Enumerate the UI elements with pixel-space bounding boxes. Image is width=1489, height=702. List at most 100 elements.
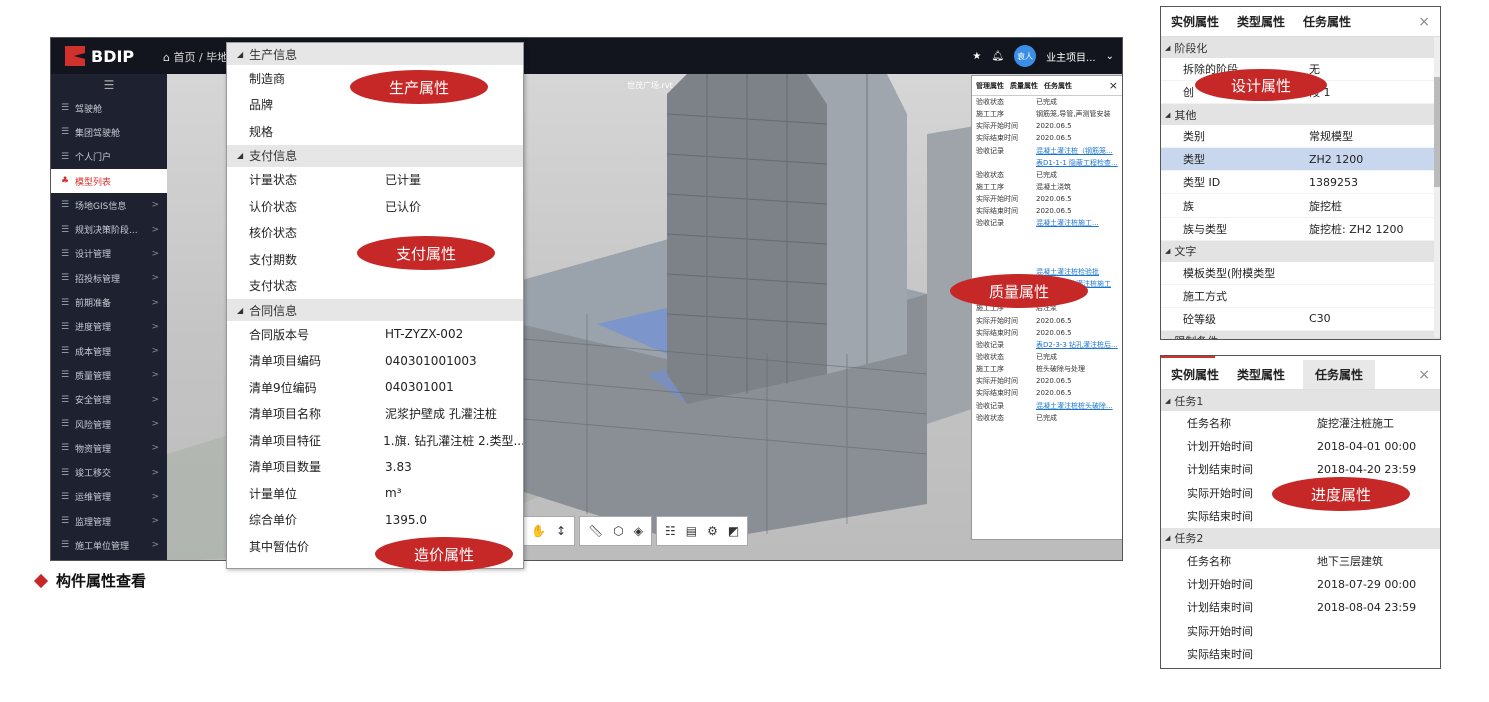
chevron-down-icon[interactable]: ⌄ — [1106, 51, 1114, 62]
sidebar-item[interactable]: ☰ 进度管理 > — [51, 315, 167, 339]
project-selector[interactable]: 业主项目... — [1046, 49, 1096, 64]
sidebar-item[interactable]: ☰ 运维管理 > — [51, 485, 167, 509]
sidebar-item[interactable]: ☰ 成本管理 > — [51, 339, 167, 363]
section-header[interactable]: ◢ 文字 — [1161, 240, 1440, 262]
property-row[interactable]: 实际结束时间 — [1161, 643, 1440, 666]
sidebar-item[interactable]: ☰ 质量管理 > — [51, 363, 167, 387]
sidebar-item[interactable]: ♣ 模型列表 — [51, 168, 167, 194]
tree-icon[interactable]: ☷ — [665, 524, 676, 538]
record-link[interactable]: 混凝土灌注桩（钢筋笼... — [1036, 146, 1113, 156]
sidebar-item[interactable]: ☰ 物资管理 > — [51, 436, 167, 460]
property-row[interactable]: 施工方式 — [1161, 285, 1440, 308]
collapse-triangle-icon[interactable]: ◢ — [1165, 111, 1170, 119]
tab-quality[interactable]: 质量属性 — [1010, 81, 1038, 91]
tab-type[interactable]: 类型属性 — [1237, 366, 1285, 383]
breadcrumb[interactable]: ⌂ 首页 / 毕地 — [163, 49, 228, 65]
logo[interactable]: BDIP — [65, 46, 134, 66]
star-icon[interactable]: ★ — [972, 51, 981, 62]
viewer-toolbar: ✋ ↕ 📏︎ ⬡ ◈ ☷ ▤ ⚙ ◩ — [522, 516, 749, 546]
sidebar-item[interactable]: ☰ 施工单位管理 > — [51, 533, 167, 557]
property-row[interactable]: 计划开始时间 2018-07-29 00:00 — [1161, 572, 1440, 595]
collapse-triangle-icon[interactable]: ◢ — [1165, 534, 1170, 542]
sidebar-item[interactable]: ☰ 集团驾驶舱 — [51, 120, 167, 144]
section-header[interactable]: ◢ 限制条件 — [1161, 330, 1440, 339]
property-value: 3.83 — [385, 459, 412, 474]
collapse-triangle-icon[interactable]: ◢ — [1165, 397, 1170, 405]
sidebar-item[interactable]: ☰ 招投标管理 > — [51, 266, 167, 290]
section-header[interactable]: ◢ 支付信息 — [227, 144, 523, 167]
tab-instance[interactable]: 实例属性 — [1171, 13, 1219, 30]
close-icon[interactable]: × — [1109, 79, 1118, 92]
avatar[interactable]: 袁人 — [1014, 45, 1037, 67]
property-row[interactable]: 实际开始时间 — [1161, 619, 1440, 642]
section-header[interactable]: ◢ 任务2 — [1161, 527, 1440, 549]
task-properties-panel: 实例属性 类型属性 任务属性 × ◢ 任务1 任务名称 旋挖灌注桩施工 计划开始时间 20… — [1160, 355, 1441, 669]
ruler-icon[interactable]: 📏︎ — [588, 524, 603, 538]
property-row[interactable]: 实际结束时间 — [1161, 505, 1440, 528]
sidebar-item[interactable]: ☰ 设计管理 > — [51, 242, 167, 266]
section-title: 其他 — [1174, 108, 1197, 122]
sidebar-item[interactable]: ☰ 驾驶舱 — [51, 96, 167, 120]
property-row[interactable]: 类型 ID 1389253 — [1161, 171, 1440, 195]
property-key: 品牌 — [249, 98, 274, 113]
collapse-triangle-icon[interactable]: ◢ — [237, 306, 243, 315]
sidebar-item-label: 施工单位管理 — [75, 541, 130, 552]
property-value: 2020.06.5 — [1036, 122, 1072, 131]
collapse-triangle-icon[interactable]: ◢ — [1165, 44, 1170, 52]
section-header[interactable]: ◢ 其他 — [1161, 104, 1440, 126]
property-row[interactable]: 类型 ZH2 1200 — [1161, 148, 1440, 172]
sidebar-item[interactable]: ☰ 个人门户 — [51, 145, 167, 169]
property-row[interactable]: 类别 常规模型 — [1161, 125, 1440, 149]
property-row[interactable]: 任务名称 地下三层建筑 — [1161, 549, 1440, 572]
menu-toggle-icon[interactable]: ☰ — [51, 74, 167, 96]
cube-section-icon[interactable]: ◈ — [634, 524, 643, 538]
sidebar-item[interactable]: ☰ 竣工移交 > — [51, 460, 167, 484]
record-link[interactable]: 混凝土灌注桩桩头破除... — [1036, 401, 1113, 411]
record-link[interactable]: 表D1-1-1 隐蔽工程检查... — [1036, 158, 1118, 168]
collapse-triangle-icon[interactable]: ◢ — [1165, 247, 1170, 255]
close-icon[interactable]: × — [1418, 14, 1430, 30]
record-link[interactable]: 混凝土灌注桩施工... — [1036, 218, 1099, 228]
property-row[interactable]: 任务名称 旋挖灌注桩施工 — [1161, 411, 1440, 434]
settings-icon[interactable]: ⚙ — [707, 524, 718, 538]
record-link[interactable]: 表D2-3-3 钻孔灌注桩后... — [1036, 340, 1118, 350]
sidebar-item[interactable]: ☰ 规划决策阶段... > — [51, 217, 167, 241]
property-row[interactable]: 族 旋挖桩 — [1161, 194, 1440, 218]
collapse-triangle-icon[interactable]: ◢ — [237, 50, 243, 59]
close-icon[interactable]: × — [1418, 367, 1430, 383]
updown-arrow-icon[interactable]: ↕ — [556, 524, 566, 538]
tab-management[interactable]: 管理属性 — [976, 81, 1004, 91]
property-row[interactable]: 计划结束时间 2018-08-04 23:59 — [1161, 596, 1440, 619]
property-row[interactable]: 计划开始时间 2018-04-01 00:00 — [1161, 434, 1440, 457]
collapse-triangle-icon[interactable]: ◢ — [237, 151, 243, 160]
property-row[interactable]: 计划结束时间 2018-04-20 23:59 — [1161, 458, 1440, 481]
sidebar-item[interactable]: ☰ 安全管理 > — [51, 388, 167, 412]
section-header[interactable]: ◢ 合同信息 — [227, 299, 523, 321]
fullscreen-icon[interactable]: ◩ — [728, 524, 739, 538]
section-header[interactable]: ◢ 阶段化 — [1161, 37, 1440, 58]
collapse-triangle-icon[interactable]: ◢ — [1165, 337, 1170, 339]
property-row[interactable]: 族与类型 旋挖桩: ZH2 1200 — [1161, 218, 1440, 241]
bell-icon[interactable]: 🔔︎ — [991, 51, 1004, 62]
tab-instance[interactable]: 实例属性 — [1171, 366, 1219, 383]
section-header[interactable]: ◢ 生产信息 — [227, 43, 523, 65]
pan-hand-icon[interactable]: ✋ — [531, 524, 546, 538]
tab-task[interactable]: 任务属性 — [1303, 360, 1376, 389]
property-row[interactable]: 砼等级 C30 — [1161, 308, 1440, 331]
property-row[interactable]: 模板类型(附模类型 — [1161, 262, 1440, 285]
tab-task[interactable]: 任务属性 — [1044, 81, 1072, 91]
tab-type[interactable]: 类型属性 — [1237, 13, 1285, 30]
list-icon: ☰ — [61, 370, 70, 381]
cube-explode-icon[interactable]: ⬡ — [613, 524, 623, 538]
properties-icon[interactable]: ▤ — [686, 524, 697, 538]
property-value: 地下三层建筑 — [1317, 554, 1383, 568]
sidebar-item[interactable]: ☰ 监理管理 > — [51, 509, 167, 533]
sidebar-item[interactable]: ☰ 风险管理 > — [51, 412, 167, 436]
sidebar-item[interactable]: ☰ 前期准备 > — [51, 290, 167, 314]
sidebar-item[interactable]: ☰ 场地GIS信息 > — [51, 193, 167, 217]
property-row: 清单项目名称 泥浆护壁成 孔灌注桩 — [227, 401, 523, 428]
section-header[interactable]: ◢ 任务1 — [1161, 390, 1440, 411]
scrollbar[interactable] — [1434, 37, 1440, 337]
property-value: 2020.06.5 — [1036, 134, 1072, 143]
tab-task[interactable]: 任务属性 — [1303, 13, 1351, 30]
